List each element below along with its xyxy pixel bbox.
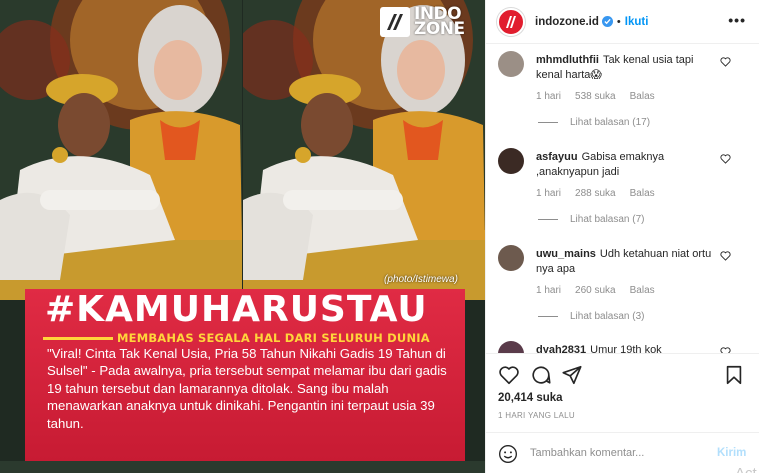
reply-button[interactable]: Balas bbox=[630, 285, 655, 296]
comment-meta: 1 hari 260 suka Balas bbox=[536, 285, 669, 296]
comment-username[interactable]: mhmdluthfii bbox=[536, 54, 599, 66]
like-comment-heart-icon[interactable] bbox=[720, 57, 731, 67]
comments-list[interactable]: mhmdluthfii Tak kenal usia tapi kenal har… bbox=[486, 45, 759, 353]
reply-button[interactable]: Balas bbox=[630, 188, 655, 199]
view-replies-label: Lihat balasan (3) bbox=[570, 311, 645, 322]
replies-line bbox=[538, 219, 558, 220]
reply-button[interactable]: Balas bbox=[630, 91, 655, 102]
banner-body-text: "Viral! Cinta Tak Kenal Usia, Pria 58 Ta… bbox=[47, 346, 447, 431]
replies-line bbox=[538, 122, 558, 123]
view-replies-button[interactable]: Lihat balasan (17) bbox=[538, 117, 650, 128]
post-image[interactable]: INDO ZONE (photo/Istimewa) #KAMUHARUSTAU… bbox=[0, 0, 485, 473]
news-banner: #KAMUHARUSTAU MEMBAHAS SEGALA HAL DARI S… bbox=[25, 289, 465, 461]
commenter-avatar[interactable] bbox=[498, 245, 524, 271]
comment-username[interactable]: asfayuu bbox=[536, 151, 578, 163]
indozone-logo-icon bbox=[380, 7, 410, 37]
like-comment-heart-icon[interactable] bbox=[720, 154, 731, 164]
comment-item: dyah2831 Umur 19th kok bbox=[498, 341, 748, 353]
post-actions: 20,414 suka 1 HARI YANG LALU Kirim Act bbox=[486, 353, 759, 473]
comment-time: 1 hari bbox=[536, 285, 562, 296]
comment-username[interactable]: uwu_mains bbox=[536, 248, 596, 260]
banner-tagline: MEMBAHAS SEGALA HAL DARI SELURUH DUNIA bbox=[117, 331, 430, 345]
comment-time: 1 hari bbox=[536, 91, 562, 102]
comment-item: uwu_mains Udh ketahuan niat ortu nya apa … bbox=[498, 245, 748, 335]
like-comment-heart-icon[interactable] bbox=[720, 251, 731, 261]
comment-meta: 1 hari 538 suka Balas bbox=[536, 91, 669, 102]
save-bookmark-icon[interactable] bbox=[723, 364, 745, 386]
view-replies-label: Lihat balasan (17) bbox=[570, 117, 651, 128]
tagline-underline bbox=[43, 337, 113, 340]
image-bottom-strip bbox=[0, 461, 485, 473]
comment-meta: 1 hari 288 suka Balas bbox=[536, 188, 669, 199]
comment-body: Umur 19th kok bbox=[590, 344, 662, 353]
post-timestamp[interactable]: 1 HARI YANG LALU bbox=[498, 411, 575, 420]
wedding-photo-right bbox=[243, 0, 485, 300]
comment-item: mhmdluthfii Tak kenal usia tapi kenal har… bbox=[498, 51, 748, 141]
comment-like-count[interactable]: 538 suka bbox=[575, 91, 616, 102]
replies-line bbox=[538, 316, 558, 317]
comment-like-count[interactable]: 260 suka bbox=[575, 285, 616, 296]
account-avatar[interactable] bbox=[497, 7, 525, 36]
verified-badge-icon bbox=[601, 16, 613, 27]
comment-item: asfayuu Gabisa emaknya ,anaknyapun jadi 1… bbox=[498, 148, 748, 238]
post-header: indozone.id • Ikuti ••• bbox=[486, 0, 759, 44]
like-heart-icon[interactable] bbox=[498, 364, 520, 386]
wedding-photo-left bbox=[0, 0, 242, 300]
comment-text: mhmdluthfii Tak kenal usia tapi kenal har… bbox=[536, 53, 716, 83]
more-options-button[interactable]: ••• bbox=[728, 12, 746, 28]
share-send-icon[interactable] bbox=[561, 364, 583, 386]
photo-credit: (photo/Istimewa) bbox=[384, 274, 458, 285]
emoji-icon[interactable] bbox=[498, 444, 518, 464]
logo-line-2: ZONE bbox=[414, 19, 465, 39]
comment-text: uwu_mains Udh ketahuan niat ortu nya apa bbox=[536, 247, 716, 277]
comment-like-count[interactable]: 288 suka bbox=[575, 188, 616, 199]
commenter-avatar[interactable] bbox=[498, 148, 524, 174]
comment-input[interactable] bbox=[530, 443, 710, 463]
comment-text: asfayuu Gabisa emaknya ,anaknyapun jadi bbox=[536, 150, 716, 180]
comment-text: dyah2831 Umur 19th kok bbox=[536, 343, 716, 353]
follow-button[interactable]: Ikuti bbox=[625, 16, 649, 28]
account-username[interactable]: indozone.id bbox=[535, 16, 599, 28]
commenter-avatar[interactable] bbox=[498, 51, 524, 77]
post-sidebar: indozone.id • Ikuti ••• mhmdluthfii Tak k… bbox=[485, 0, 759, 473]
view-replies-button[interactable]: Lihat balasan (7) bbox=[538, 214, 645, 225]
commenter-avatar[interactable] bbox=[498, 341, 524, 353]
indozone-avatar-icon bbox=[506, 15, 516, 28]
add-comment-bar: Kirim Act bbox=[486, 432, 759, 473]
comment-username[interactable]: dyah2831 bbox=[536, 344, 586, 353]
logo-wordmark: INDO ZONE bbox=[414, 6, 465, 39]
view-replies-button[interactable]: Lihat balasan (3) bbox=[538, 311, 645, 322]
likes-count[interactable]: 20,414 suka bbox=[498, 392, 563, 404]
header-separator: • bbox=[616, 15, 621, 28]
windows-activation-watermark: Act bbox=[735, 465, 757, 473]
comment-bubble-icon[interactable] bbox=[530, 364, 552, 386]
banner-hashtag: #KAMUHARUSTAU bbox=[45, 289, 428, 330]
indozone-logo: INDO ZONE bbox=[380, 4, 475, 40]
view-replies-label: Lihat balasan (7) bbox=[570, 214, 645, 225]
post-comment-button[interactable]: Kirim bbox=[717, 447, 746, 459]
comment-time: 1 hari bbox=[536, 188, 562, 199]
